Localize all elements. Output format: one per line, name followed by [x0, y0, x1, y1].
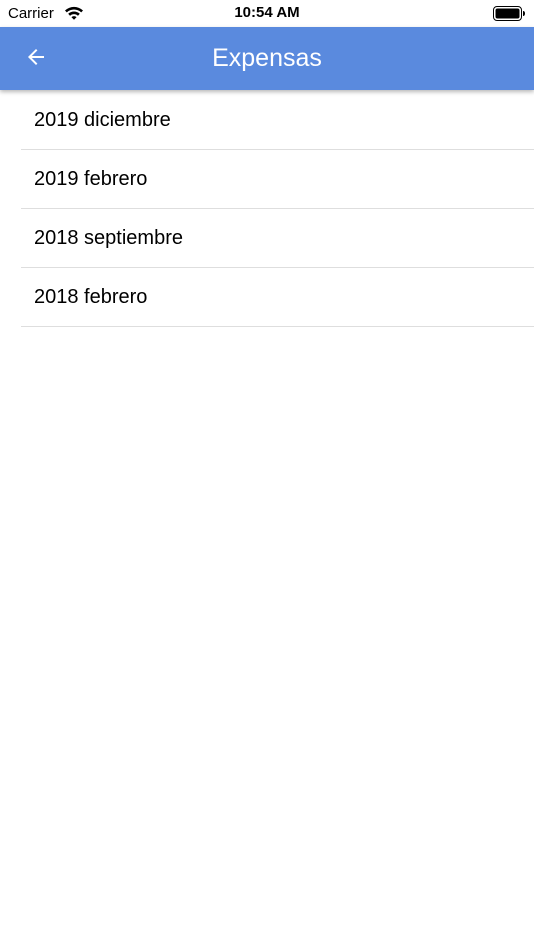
- expensas-list: 2019 diciembre 2019 febrero 2018 septiem…: [0, 91, 534, 327]
- list-item-label: 2019 febrero: [34, 167, 148, 190]
- list-item[interactable]: 2019 diciembre: [21, 91, 534, 150]
- status-time: 10:54 AM: [234, 4, 300, 21]
- app-bar: Expensas: [0, 27, 534, 90]
- list-item-label: 2019 diciembre: [34, 108, 171, 131]
- list-item[interactable]: 2018 septiembre: [21, 209, 534, 268]
- page-title: Expensas: [212, 44, 322, 72]
- status-bar: Carrier 10:54 AM: [0, 0, 534, 27]
- list-item[interactable]: 2018 febrero: [21, 268, 534, 327]
- battery-full-icon: [493, 6, 526, 21]
- list-item[interactable]: 2019 febrero: [21, 150, 534, 209]
- list-item-label: 2018 septiembre: [34, 226, 183, 249]
- list-item-label: 2018 febrero: [34, 285, 148, 308]
